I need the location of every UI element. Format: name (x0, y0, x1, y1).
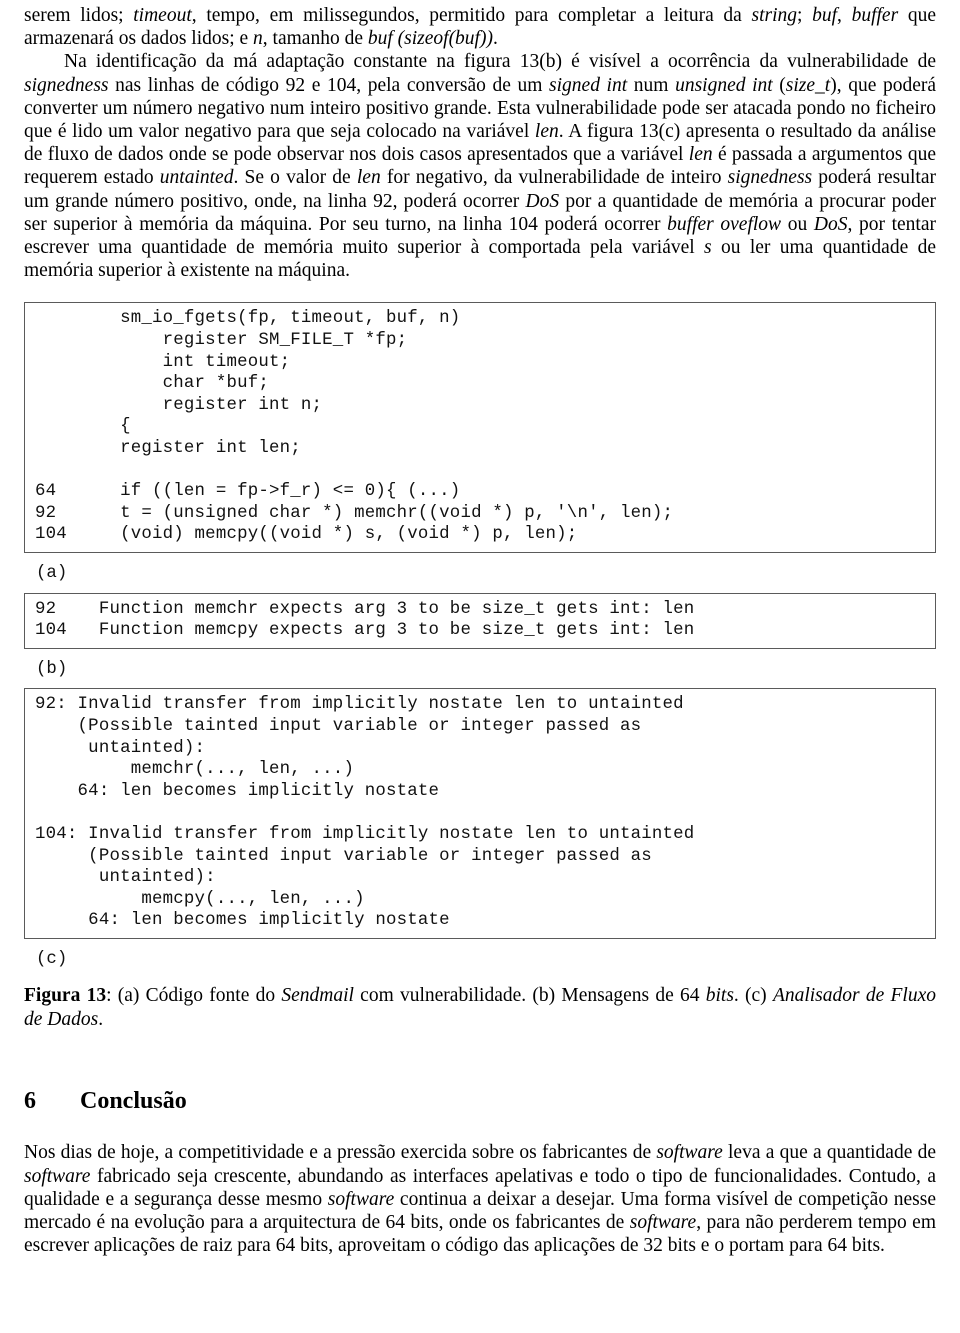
code-block-c-text: 92: Invalid transfer from implicitly nos… (35, 695, 695, 931)
code-block-a-text: sm_io_fgets(fp, timeout, buf, n) registe… (35, 309, 674, 545)
figure-sublabel-b: (b) (36, 659, 68, 679)
paragraph-2: Na identificação da má adaptação constan… (24, 51, 937, 282)
figure-13: sm_io_fgets(fp, timeout, buf, n) registe… (24, 302, 936, 1031)
code-block-b: 92 Function memchr expects arg 3 to be s… (24, 592, 936, 649)
code-block-c: 92: Invalid transfer from implicitly nos… (24, 688, 936, 939)
section-heading-conclusao: 6 Conclusão (24, 1087, 936, 1115)
figure-caption: Figura 13: (a) Código fonte do Sendmail … (24, 985, 936, 1030)
code-block-a: sm_io_fgets(fp, timeout, buf, n) registe… (24, 302, 936, 553)
paragraph-1: serem lidos; timeout, tempo, em milisseg… (24, 5, 937, 50)
section-title: Conclusão (80, 1088, 187, 1115)
document-page: serem lidos; timeout, tempo, em milisseg… (0, 0, 960, 1333)
code-block-b-text: 92 Function memchr expects arg 3 to be s… (35, 599, 695, 641)
figure-sublabel-c: (c) (36, 949, 68, 969)
figure-sublabel-a: (a) (36, 563, 68, 583)
section-body: Nos dias de hoje, a competitividade e a … (24, 1141, 936, 1257)
section-number: 6 (24, 1088, 36, 1115)
conclusao-paragraph-1: Nos dias de hoje, a competitividade e a … (24, 1142, 936, 1257)
